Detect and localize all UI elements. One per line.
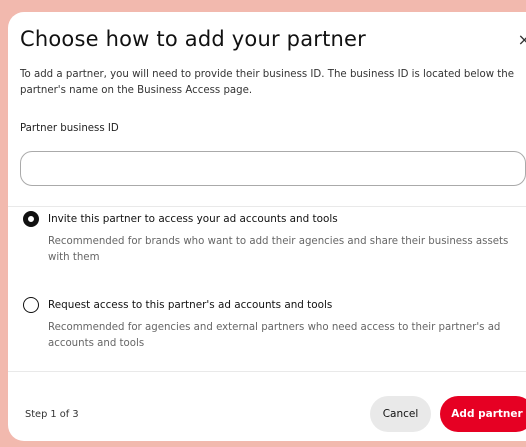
invite-partner-label[interactable]: Invite this partner to access your ad ac…	[48, 213, 338, 225]
step-indicator: Step 1 of 3	[25, 409, 79, 420]
add-partner-button[interactable]: Add partner	[440, 396, 526, 432]
footer-divider	[8, 371, 526, 372]
dialog-title: Choose how to add your partner	[20, 27, 366, 51]
request-access-label[interactable]: Request access to this partner's ad acco…	[48, 299, 332, 311]
request-access-radio[interactable]	[23, 297, 39, 313]
invite-partner-radio[interactable]	[23, 211, 39, 227]
dialog-description: To add a partner, you will need to provi…	[20, 69, 515, 96]
add-partner-dialog: × Choose how to add your partner To add …	[8, 12, 526, 441]
cancel-button[interactable]: Cancel	[370, 396, 431, 432]
request-access-description: Recommended for agencies and external pa…	[48, 322, 501, 349]
invite-partner-description: Recommended for brands who want to add t…	[48, 236, 509, 263]
close-icon[interactable]: ×	[518, 30, 526, 49]
divider	[8, 206, 526, 207]
partner-business-id-input[interactable]	[20, 151, 526, 186]
partner-business-id-label: Partner business ID	[20, 123, 119, 134]
